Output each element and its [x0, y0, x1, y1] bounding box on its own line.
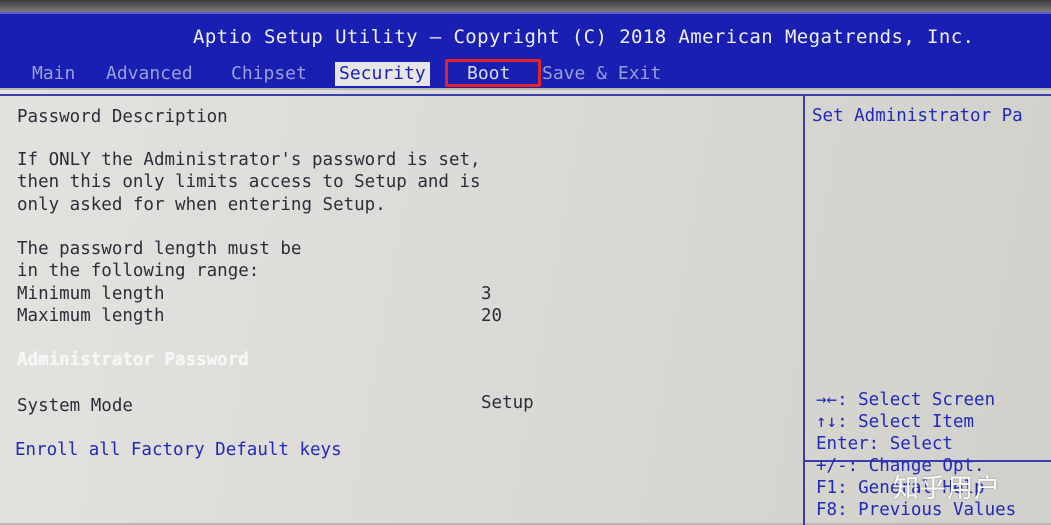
- tab-security[interactable]: Security: [335, 62, 430, 86]
- main-area: Password Description If ONLY the Adminis…: [0, 90, 1051, 525]
- range-line: in the following range:: [17, 261, 260, 281]
- max-length-value: 20: [481, 306, 503, 326]
- range-line: The password length must be: [17, 239, 302, 259]
- watermark: 知乎用户: [893, 474, 1002, 504]
- section-title: Password Description: [17, 107, 228, 127]
- help-key-select-screen: →←: Select Screen: [816, 390, 996, 410]
- description-line: only asked for when entering Setup.: [17, 195, 386, 215]
- page-title: Aptio Setup Utility – Copyright (C) 2018…: [193, 26, 975, 48]
- system-mode-label: System Mode: [17, 396, 133, 416]
- tab-save-exit[interactable]: Save & Exit: [538, 62, 665, 86]
- top-bezel: [0, 0, 1051, 12]
- tab-main[interactable]: Main: [28, 62, 79, 86]
- system-mode-value: Setup: [481, 393, 534, 413]
- enroll-factory-keys-item[interactable]: Enroll all Factory Default keys: [15, 439, 342, 461]
- help-description: Set Administrator Pa: [812, 106, 1023, 126]
- boot-tab-highlight-box: [445, 59, 541, 87]
- help-key-enter: Enter: Select: [816, 434, 953, 454]
- min-length-value: 3: [481, 284, 492, 304]
- max-length-label: Maximum length: [17, 306, 165, 326]
- help-panel-border: [805, 94, 1051, 96]
- min-length-label: Minimum length: [17, 284, 165, 304]
- help-key-select-item: ↑↓: Select Item: [816, 412, 975, 432]
- tab-advanced[interactable]: Advanced: [102, 62, 197, 86]
- description-line: then this only limits access to Setup an…: [17, 172, 481, 192]
- tab-chipset[interactable]: Chipset: [227, 62, 311, 86]
- administrator-password-item[interactable]: Administrator Password: [17, 349, 249, 371]
- description-line: If ONLY the Administrator's password is …: [17, 150, 481, 170]
